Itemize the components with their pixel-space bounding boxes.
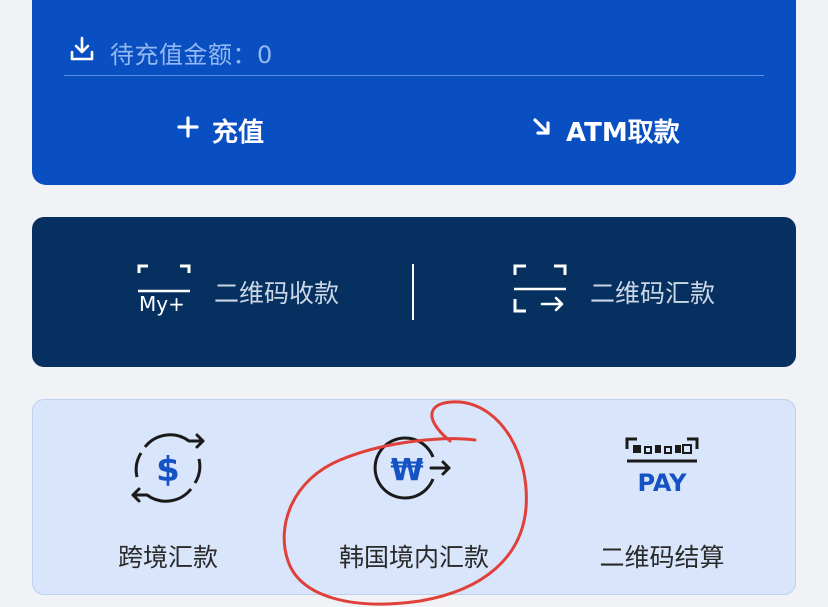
svg-text:$: $ (156, 450, 180, 490)
service-cross-border-remittance[interactable]: $ 跨境汇款 (58, 418, 278, 588)
atm-withdraw-button[interactable]: ATM取款 (530, 108, 680, 152)
qr-transfer-button[interactable]: 二维码汇款 (512, 262, 715, 322)
qr-collect-button[interactable]: My+ 二维码收款 (136, 262, 339, 322)
qr-card: My+ 二维码收款 二维码汇款 (32, 217, 796, 367)
service-domestic-korea-remittance[interactable]: ₩ 韩国境内汇款 (304, 418, 524, 588)
pay-icon-text: PAY (637, 469, 687, 497)
won-transfer-icon: ₩ (364, 418, 464, 518)
scan-transfer-icon (512, 261, 568, 323)
download-icon (68, 35, 96, 69)
recharge-button[interactable]: 充值 (176, 108, 264, 152)
cross-border-exchange-icon: $ (118, 418, 218, 518)
atm-withdraw-label: ATM取款 (566, 117, 680, 148)
qr-pay-icon: PAY (612, 418, 712, 518)
pending-amount-row: 待充值金额：0 (68, 32, 273, 72)
pending-amount-text: 待充值金额：0 (110, 40, 273, 69)
service-label: 二维码结算 (599, 543, 725, 572)
arrow-down-right-icon (530, 115, 554, 146)
service-label: 韩国境内汇款 (338, 543, 489, 572)
recharge-label: 充值 (212, 117, 265, 148)
won-icon-text: ₩ (390, 453, 423, 488)
services-card: $ 跨境汇款 ₩ 韩国境内汇款 PAY 二维码结算 (32, 399, 796, 595)
my-plus-qr-icon: My+ (136, 261, 192, 323)
my-plus-icon-text: My+ (139, 292, 185, 316)
balance-card: 待充值金额：0 充值 ATM取款 (32, 0, 796, 185)
card-divider (64, 75, 764, 76)
qr-transfer-label: 二维码汇款 (590, 279, 716, 308)
service-qr-settlement[interactable]: PAY 二维码结算 (552, 418, 772, 588)
plus-icon (176, 115, 200, 146)
qr-card-separator (412, 264, 414, 320)
service-label: 跨境汇款 (117, 543, 218, 572)
qr-collect-label: 二维码收款 (214, 279, 340, 308)
